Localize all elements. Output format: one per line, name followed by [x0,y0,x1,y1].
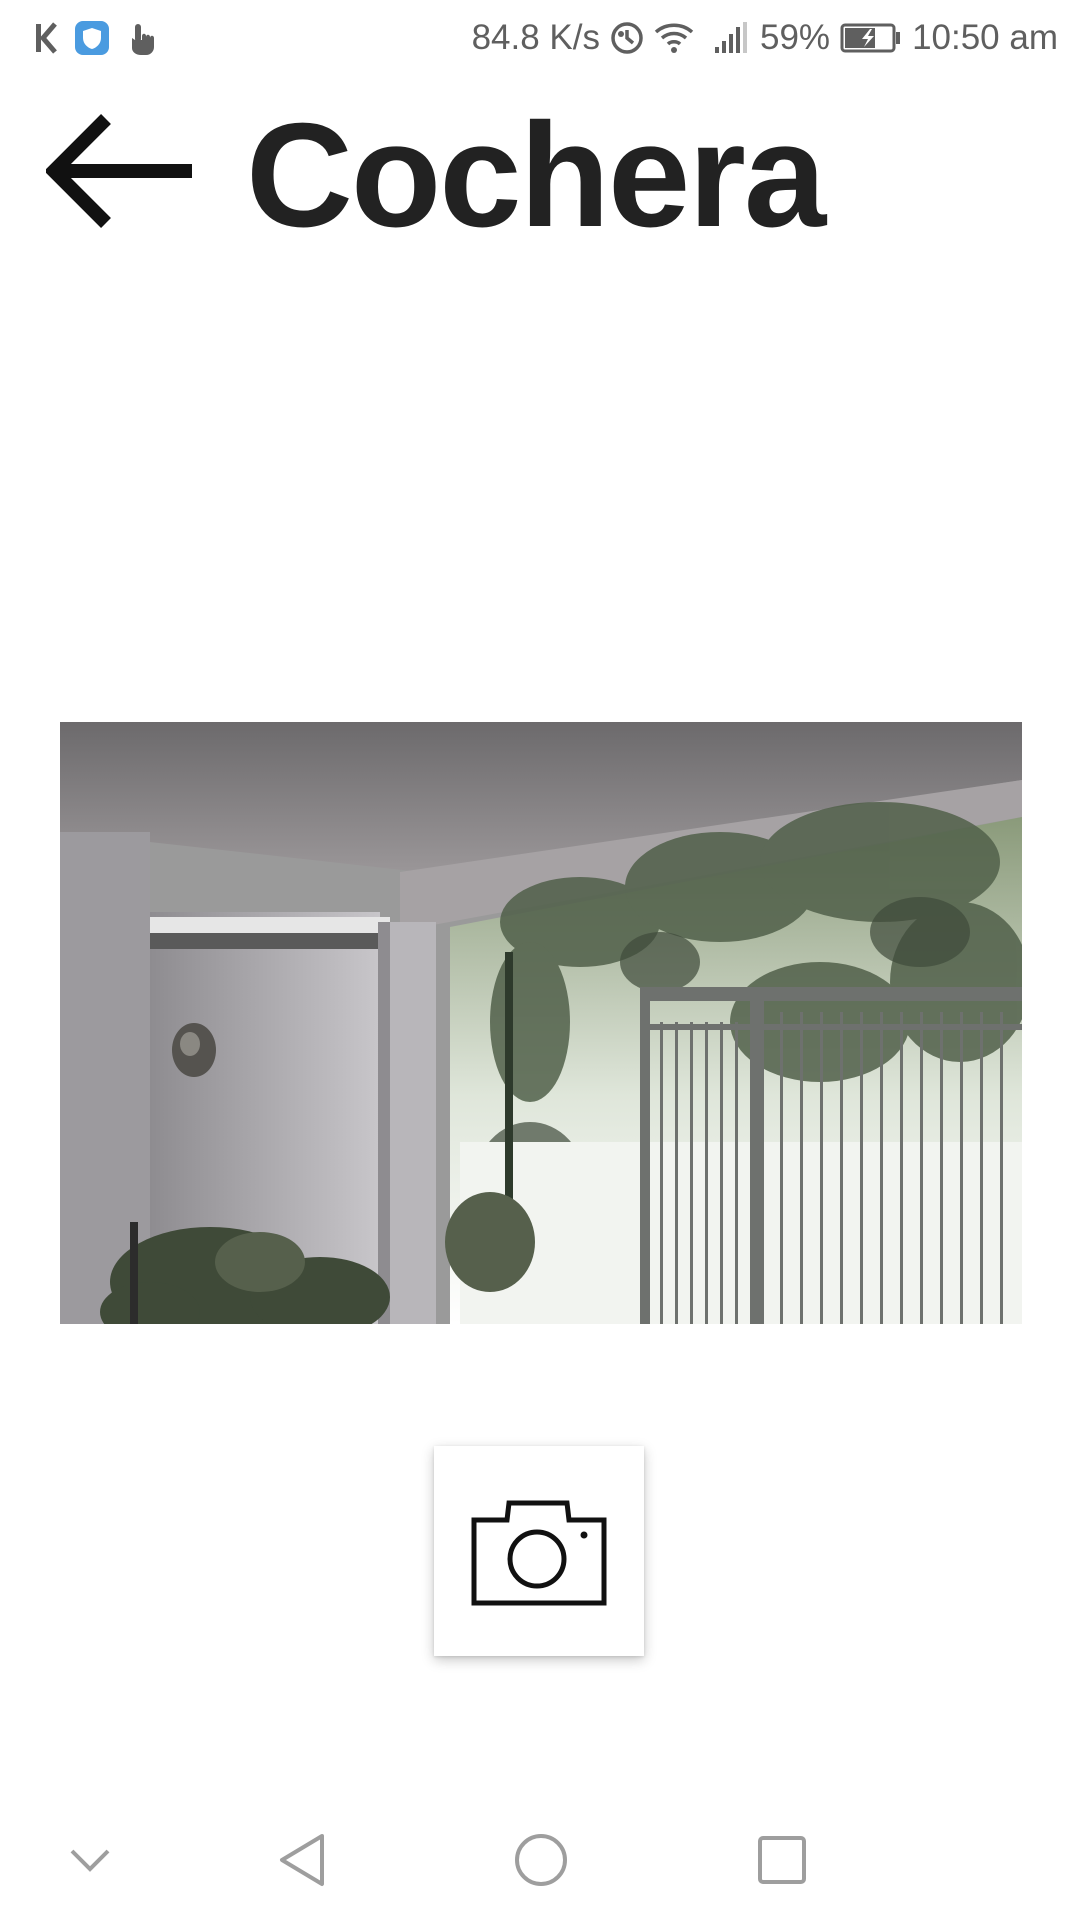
app-bar: Cochera [0,92,1080,256]
camera-feed-image [60,722,1022,1324]
battery-charging-icon [840,23,902,53]
wifi-icon [654,21,694,55]
back-triangle-icon [280,1834,324,1886]
system-nav-bar [0,1800,1080,1920]
page-title: Cochera [246,93,826,258]
shield-icon [74,20,110,56]
status-bar: 84.8 K/s 59% 10:50 am [0,0,1080,76]
recents-square-icon [758,1836,806,1884]
nav-collapse-button[interactable] [30,1800,150,1920]
snapshot-button[interactable] [434,1446,644,1656]
back-button[interactable] [40,112,200,234]
data-saver-icon [610,21,644,55]
camera-icon [471,1500,607,1606]
touch-hand-icon [126,20,156,56]
status-bar-right: 84.8 K/s 59% 10:50 am [472,14,1058,62]
chevron-down-icon [70,1849,110,1872]
home-circle-icon [515,1834,567,1886]
nav-home-button[interactable] [481,1800,601,1920]
battery-percent: 59% [760,18,831,57]
network-speed: 84.8 K/s [471,18,600,57]
k-app-icon [34,21,58,55]
nav-recents-button[interactable] [722,1800,842,1920]
status-bar-left [34,18,156,58]
signal-icon [714,21,750,55]
clock: 10:50 am [912,18,1058,57]
arrow-left-icon [46,114,192,228]
nav-back-button[interactable] [242,1800,362,1920]
